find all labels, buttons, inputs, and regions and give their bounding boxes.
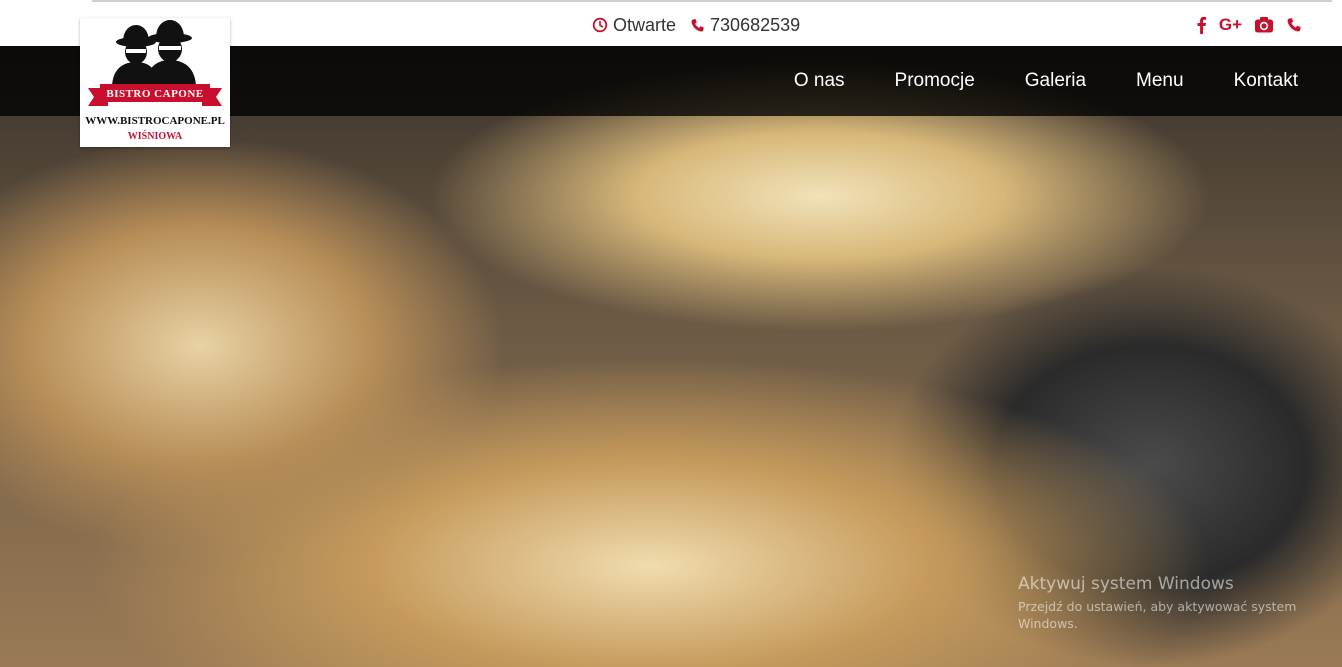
- logo-url: WWW.BISTROCAPONE.PL: [85, 115, 225, 127]
- open-status: Otwarte: [592, 15, 676, 36]
- social-links: G+: [1196, 13, 1302, 37]
- logo-city: WIŚNIOWA: [127, 131, 183, 142]
- google-plus-icon[interactable]: G+: [1219, 13, 1242, 37]
- watermark-heading: Aktywuj system Windows: [1018, 574, 1234, 594]
- nav-item-o-nas[interactable]: O nas: [794, 70, 845, 92]
- contact-info: Otwarte 730682539: [592, 14, 814, 36]
- nav-item-menu[interactable]: Menu: [1136, 70, 1184, 92]
- watermark-subtext: Przejdź do ustawień, aby aktywować syste…: [1018, 599, 1297, 631]
- phone-icon: [691, 18, 704, 32]
- main-menu: O nas Promocje Galeria Menu Kontakt: [794, 46, 1298, 116]
- phone-number-label: 730682539: [710, 14, 801, 35]
- windows-activation-watermark: Aktywuj system Windows Przejdź do ustawi…: [1018, 574, 1318, 632]
- camera-icon[interactable]: [1254, 13, 1274, 37]
- open-status-label: Otwarte: [613, 14, 677, 35]
- top-rule: [92, 0, 1332, 2]
- facebook-icon[interactable]: [1196, 13, 1207, 37]
- site-logo[interactable]: BISTRO CAPONE WWW.BISTROCAPONE.PL WIŚNIO…: [80, 18, 230, 147]
- logo-name: BISTRO CAPONE: [106, 88, 204, 100]
- nav-item-kontakt[interactable]: Kontakt: [1234, 70, 1298, 92]
- gangster-silhouettes-icon: [112, 20, 196, 88]
- phone-icon[interactable]: [1286, 13, 1302, 37]
- clock-icon: [592, 17, 608, 33]
- nav-item-galeria[interactable]: Galeria: [1025, 70, 1086, 92]
- phone-number[interactable]: 730682539: [690, 15, 800, 36]
- nav-item-promocje[interactable]: Promocje: [895, 70, 975, 92]
